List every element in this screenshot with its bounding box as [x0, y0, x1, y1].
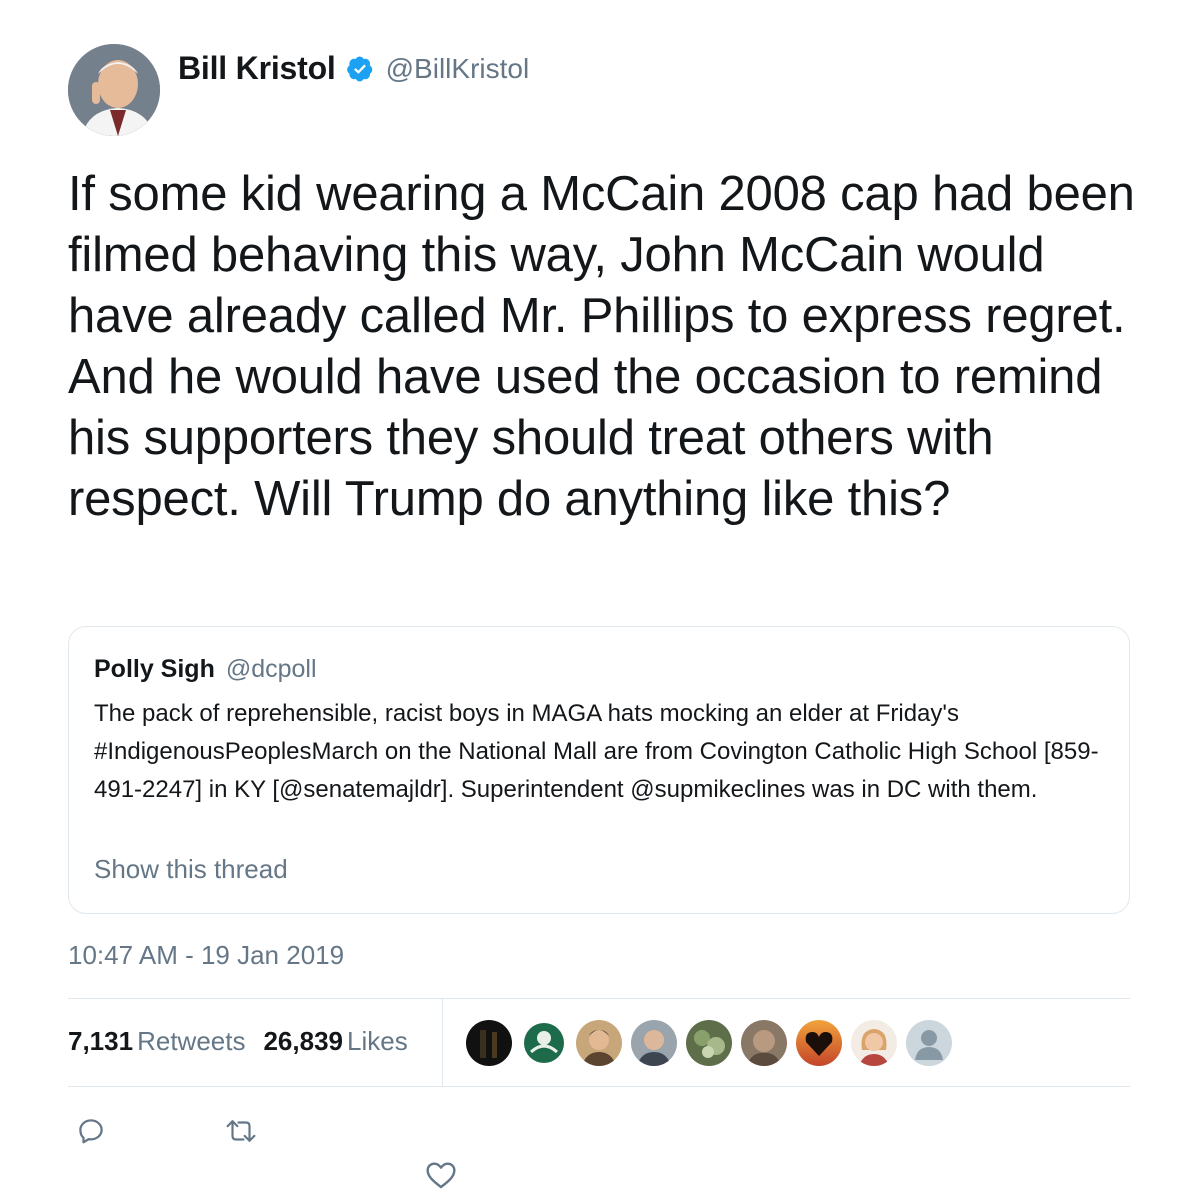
quoted-author-handle: @dcpoll	[225, 655, 317, 683]
quoted-tweet-text: The pack of reprehensible, racist boys i…	[94, 700, 1099, 803]
retweet-icon[interactable]	[224, 1116, 258, 1146]
quoted-tweet[interactable]: Polly Sigh @dcpoll The pack of reprehens…	[68, 626, 1130, 914]
author-handle[interactable]: @BillKristol	[386, 53, 530, 85]
liker-avatar[interactable]	[631, 1020, 677, 1066]
reply-icon[interactable]	[76, 1116, 106, 1146]
divider	[68, 998, 1130, 999]
default-user-avatar[interactable]	[906, 1020, 952, 1066]
liker-avatar[interactable]	[741, 1020, 787, 1066]
liker-avatar[interactable]	[796, 1020, 842, 1066]
quoted-tweet-header: Polly Sigh @dcpoll	[94, 655, 317, 684]
divider	[68, 1086, 1130, 1087]
liker-avatar[interactable]	[851, 1020, 897, 1066]
divider	[442, 999, 443, 1086]
likes-label: Likes	[347, 1026, 408, 1056]
show-thread-link[interactable]: Show this thread	[94, 854, 288, 885]
liker-avatar[interactable]	[521, 1020, 567, 1066]
like-icon[interactable]	[425, 1160, 457, 1190]
liker-avatar[interactable]	[576, 1020, 622, 1066]
liker-avatar[interactable]	[466, 1020, 512, 1066]
likes-stat[interactable]: 26,839 Likes	[263, 1026, 407, 1057]
tweet-timestamp[interactable]: 10:47 AM - 19 Jan 2019	[68, 940, 344, 971]
verified-badge-icon	[346, 55, 372, 81]
engagement-stats: 7,131 Retweets 26,839 Likes	[68, 1026, 426, 1057]
likes-count: 26,839	[263, 1026, 343, 1056]
liker-avatar[interactable]	[686, 1020, 732, 1066]
retweets-count: 7,131	[68, 1026, 134, 1056]
author-name[interactable]: Bill Kristol	[178, 50, 336, 87]
quoted-author-name: Polly Sigh	[94, 655, 215, 683]
author-header: Bill Kristol @BillKristol	[178, 50, 529, 87]
tweet-card: Bill Kristol @BillKristol If some kid we…	[0, 0, 1194, 1200]
retweets-label: Retweets	[137, 1026, 246, 1056]
liker-avatars	[466, 1020, 961, 1066]
tweet-text: If some kid wearing a McCain 2008 cap ha…	[68, 167, 1135, 526]
author-avatar[interactable]	[68, 44, 160, 136]
retweets-stat[interactable]: 7,131 Retweets	[68, 1026, 245, 1057]
